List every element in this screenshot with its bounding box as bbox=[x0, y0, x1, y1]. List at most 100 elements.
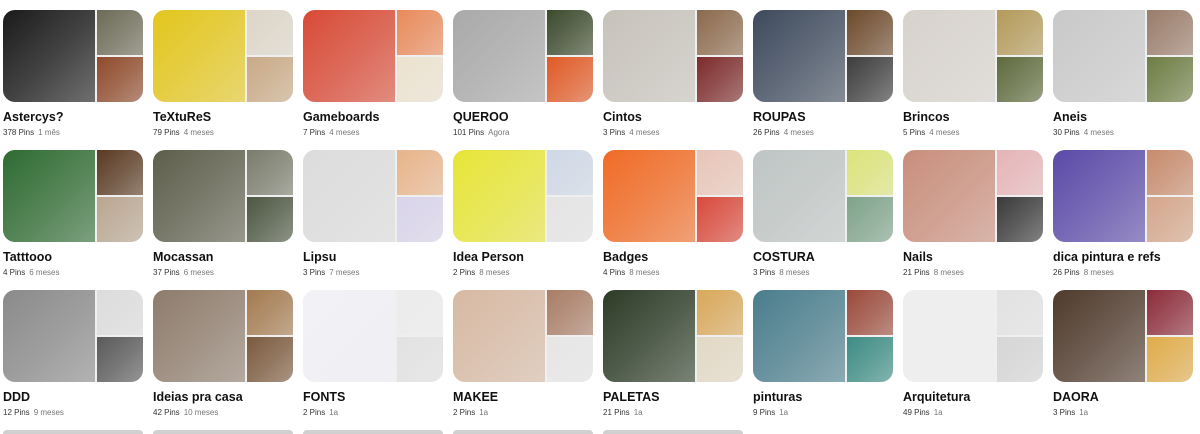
board-cover-collage-partial[interactable] bbox=[3, 430, 143, 434]
board-cover-side-image bbox=[997, 10, 1043, 55]
board-title[interactable]: Astercys? bbox=[3, 110, 143, 125]
board-cover-collage[interactable] bbox=[1053, 10, 1193, 102]
board-card[interactable]: Idea Person 2 Pins 8 meses bbox=[453, 150, 593, 278]
board-title[interactable]: Mocassan bbox=[153, 250, 293, 265]
board-title[interactable]: QUEROO bbox=[453, 110, 593, 125]
board-cover-side-image bbox=[397, 150, 443, 195]
board-card[interactable]: Gameboards 7 Pins 4 meses bbox=[303, 10, 443, 138]
board-title[interactable]: PALETAS bbox=[603, 390, 743, 405]
board-cover-collage[interactable] bbox=[303, 290, 443, 382]
board-title[interactable]: Tatttooo bbox=[3, 250, 143, 265]
board-cover-collage-partial[interactable] bbox=[453, 430, 593, 434]
board-card[interactable]: TeXtuReS 79 Pins 4 meses bbox=[153, 10, 293, 138]
board-cover-side-image bbox=[97, 10, 143, 55]
board-cover-collage[interactable] bbox=[753, 10, 893, 102]
board-title[interactable]: pinturas bbox=[753, 390, 893, 405]
board-updated-time: 1a bbox=[779, 408, 789, 417]
board-cover-collage[interactable] bbox=[3, 10, 143, 102]
board-card[interactable]: ROUPAS 26 Pins 4 meses bbox=[753, 10, 893, 138]
board-cover-side-image bbox=[397, 57, 443, 102]
board-card[interactable]: Nails 21 Pins 8 meses bbox=[903, 150, 1043, 278]
board-cover-collage[interactable] bbox=[153, 290, 293, 382]
board-cover-collage-partial[interactable] bbox=[303, 430, 443, 434]
board-card[interactable]: pinturas 9 Pins 1a bbox=[753, 290, 893, 418]
board-updated-time: 6 meses bbox=[183, 268, 214, 277]
board-title[interactable]: Cintos bbox=[603, 110, 743, 125]
board-meta: 4 Pins 8 meses bbox=[603, 268, 743, 278]
board-cover-collage[interactable] bbox=[3, 290, 143, 382]
board-cover-collage[interactable] bbox=[753, 150, 893, 242]
board-cover-collage[interactable] bbox=[603, 150, 743, 242]
board-title[interactable]: Aneis bbox=[1053, 110, 1193, 125]
board-card[interactable]: MAKEE 2 Pins 1a bbox=[453, 290, 593, 418]
board-cover-side-image bbox=[847, 337, 893, 382]
board-updated-time: 1a bbox=[329, 408, 339, 417]
board-card[interactable]: DAORA 3 Pins 1a bbox=[1053, 290, 1193, 418]
board-cover-collage[interactable] bbox=[1053, 150, 1193, 242]
board-title[interactable]: Arquitetura bbox=[903, 390, 1043, 405]
board-cover-side-image bbox=[697, 150, 743, 195]
board-cover-side-image bbox=[547, 10, 593, 55]
board-title[interactable]: COSTURA bbox=[753, 250, 893, 265]
board-title[interactable]: dica pintura e refs bbox=[1053, 250, 1193, 265]
board-title[interactable]: Lipsu bbox=[303, 250, 443, 265]
board-card[interactable]: COSTURA 3 Pins 8 meses bbox=[753, 150, 893, 278]
board-cover-side-image bbox=[1147, 290, 1193, 335]
board-meta: 79 Pins 4 meses bbox=[153, 128, 293, 138]
board-title[interactable]: Ideias pra casa bbox=[153, 390, 293, 405]
board-updated-time: 8 meses bbox=[779, 268, 810, 277]
board-card[interactable]: Arquitetura 49 Pins 1a bbox=[903, 290, 1043, 418]
board-cover-collage[interactable] bbox=[3, 150, 143, 242]
board-pin-count: 79 Pins bbox=[153, 128, 180, 137]
board-cover-collage-partial[interactable] bbox=[603, 430, 743, 434]
board-title[interactable]: TeXtuReS bbox=[153, 110, 293, 125]
board-title[interactable]: FONTS bbox=[303, 390, 443, 405]
board-card[interactable]: Tatttooo 4 Pins 6 meses bbox=[3, 150, 143, 278]
board-meta: 3 Pins 8 meses bbox=[753, 268, 893, 278]
board-title[interactable]: DAORA bbox=[1053, 390, 1193, 405]
board-cover-collage[interactable] bbox=[303, 150, 443, 242]
board-cover-collage[interactable] bbox=[453, 10, 593, 102]
board-cover-main-image bbox=[753, 290, 845, 382]
board-cover-side-image bbox=[697, 10, 743, 55]
board-cover-main-image bbox=[453, 290, 545, 382]
board-cover-collage[interactable] bbox=[753, 290, 893, 382]
board-cover-main-image bbox=[3, 150, 95, 242]
board-cover-collage[interactable] bbox=[153, 150, 293, 242]
board-cover-collage[interactable] bbox=[453, 150, 593, 242]
board-card[interactable]: Brincos 5 Pins 4 meses bbox=[903, 10, 1043, 138]
board-card[interactable]: dica pintura e refs 26 Pins 8 meses bbox=[1053, 150, 1193, 278]
board-card[interactable]: Ideias pra casa 42 Pins 10 meses bbox=[153, 290, 293, 418]
board-title[interactable]: MAKEE bbox=[453, 390, 593, 405]
board-cover-collage[interactable] bbox=[453, 290, 593, 382]
board-cover-collage[interactable] bbox=[1053, 290, 1193, 382]
board-card[interactable]: FONTS 2 Pins 1a bbox=[303, 290, 443, 418]
board-cover-collage[interactable] bbox=[603, 290, 743, 382]
board-title[interactable]: Gameboards bbox=[303, 110, 443, 125]
board-title[interactable]: Badges bbox=[603, 250, 743, 265]
board-cover-main-image bbox=[153, 290, 245, 382]
board-title[interactable]: Nails bbox=[903, 250, 1043, 265]
board-card[interactable]: DDD 12 Pins 9 meses bbox=[3, 290, 143, 418]
board-title[interactable]: Brincos bbox=[903, 110, 1043, 125]
board-cover-collage[interactable] bbox=[603, 10, 743, 102]
board-title[interactable]: DDD bbox=[3, 390, 143, 405]
board-card[interactable]: PALETAS 21 Pins 1a bbox=[603, 290, 743, 418]
board-card[interactable]: Cintos 3 Pins 4 meses bbox=[603, 10, 743, 138]
board-meta: 49 Pins 1a bbox=[903, 408, 1043, 418]
board-title[interactable]: ROUPAS bbox=[753, 110, 893, 125]
board-card[interactable]: Aneis 30 Pins 4 meses bbox=[1053, 10, 1193, 138]
board-card[interactable]: Mocassan 37 Pins 6 meses bbox=[153, 150, 293, 278]
board-cover-collage[interactable] bbox=[903, 10, 1043, 102]
board-cover-collage[interactable] bbox=[303, 10, 443, 102]
board-title[interactable]: Idea Person bbox=[453, 250, 593, 265]
board-cover-collage-partial[interactable] bbox=[153, 430, 293, 434]
board-cover-collage[interactable] bbox=[903, 290, 1043, 382]
board-pin-count: 5 Pins bbox=[903, 128, 926, 137]
board-card[interactable]: Badges 4 Pins 8 meses bbox=[603, 150, 743, 278]
board-card[interactable]: Astercys? 378 Pins 1 mês bbox=[3, 10, 143, 138]
board-cover-collage[interactable] bbox=[153, 10, 293, 102]
board-cover-collage[interactable] bbox=[903, 150, 1043, 242]
board-card[interactable]: QUEROO 101 Pins Agora bbox=[453, 10, 593, 138]
board-card[interactable]: Lipsu 3 Pins 7 meses bbox=[303, 150, 443, 278]
